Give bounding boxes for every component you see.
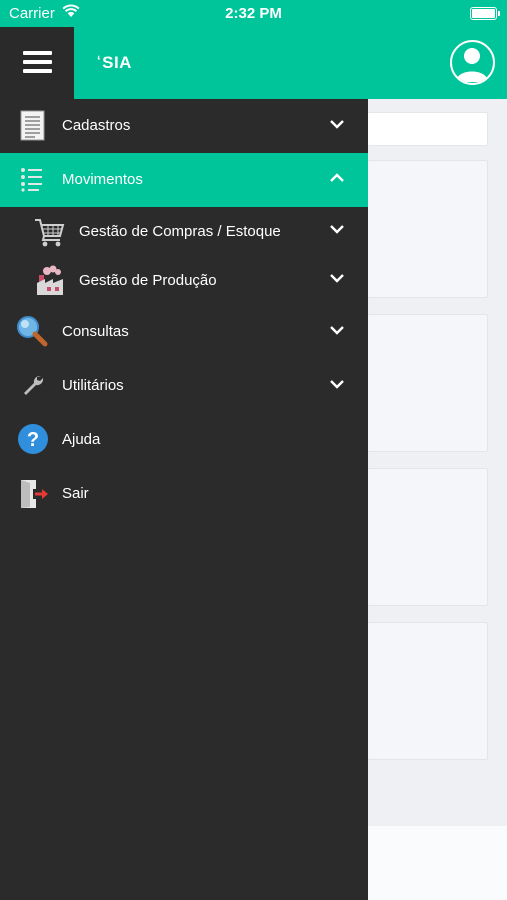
menu-toggle-button[interactable]: [0, 27, 74, 99]
user-avatar-icon: [456, 48, 488, 82]
submenu-label-compras-estoque: Gestão de Compras / Estoque: [79, 223, 281, 240]
chevron-down-icon[interactable]: [329, 324, 345, 336]
battery-icon: [470, 7, 500, 20]
clock: 2:32 PM: [225, 5, 282, 22]
chevron-up-icon[interactable]: [329, 172, 345, 184]
menu-label-cadastros: Cadastros: [62, 117, 131, 134]
menu-item-cadastros[interactable]: Cadastros: [0, 99, 368, 153]
shopping-cart-icon: [35, 219, 65, 247]
menu-item-ajuda[interactable]: ? Ajuda: [0, 413, 368, 467]
submenu-label-producao: Gestão de Produção: [79, 272, 217, 289]
menu-label-movimentos: Movimentos: [62, 171, 143, 188]
submenu-item-producao[interactable]: Gestão de Produção: [0, 256, 368, 310]
status-bar: Carrier 2:32 PM: [0, 0, 507, 27]
wrench-icon: [24, 375, 44, 395]
help-icon: ?: [18, 424, 48, 454]
search-field[interactable]: [367, 112, 488, 146]
hamburger-icon: [23, 51, 52, 55]
menu-label-sair: Sair: [62, 485, 89, 502]
app-header: ʻSIA: [0, 27, 507, 99]
svg-text:?: ?: [27, 429, 39, 451]
user-avatar-button[interactable]: [450, 40, 495, 85]
dashboard-card[interactable]: [367, 160, 488, 298]
menu-label-ajuda: Ajuda: [62, 431, 101, 448]
document-list-icon: [20, 110, 45, 141]
chevron-down-icon[interactable]: [329, 118, 345, 130]
navigation-drawer: Cadastros Movimentos Gestão de Compras /…: [0, 99, 368, 900]
menu-item-consultas[interactable]: Consultas: [0, 305, 368, 359]
chevron-down-icon[interactable]: [329, 272, 345, 284]
chevron-down-icon[interactable]: [329, 223, 345, 235]
menu-item-movimentos[interactable]: Movimentos: [0, 153, 368, 207]
dashboard-card[interactable]: [367, 622, 488, 760]
app-logo: ʻSIA: [97, 53, 132, 72]
chevron-down-icon[interactable]: [329, 378, 345, 390]
factory-icon: [37, 265, 63, 295]
menu-item-sair[interactable]: Sair: [0, 467, 368, 521]
list-icon: [21, 168, 42, 192]
dashboard-card[interactable]: [367, 314, 488, 452]
magnifier-icon: [17, 316, 48, 347]
content-footer-area: [368, 826, 507, 900]
dashboard-card[interactable]: [367, 468, 488, 606]
menu-item-utilitarios[interactable]: Utilitários: [0, 359, 368, 413]
menu-label-consultas: Consultas: [62, 323, 129, 340]
menu-label-utilitarios: Utilitários: [62, 377, 124, 394]
submenu-item-compras-estoque[interactable]: Gestão de Compras / Estoque: [0, 207, 368, 261]
exit-door-icon: [21, 480, 48, 508]
